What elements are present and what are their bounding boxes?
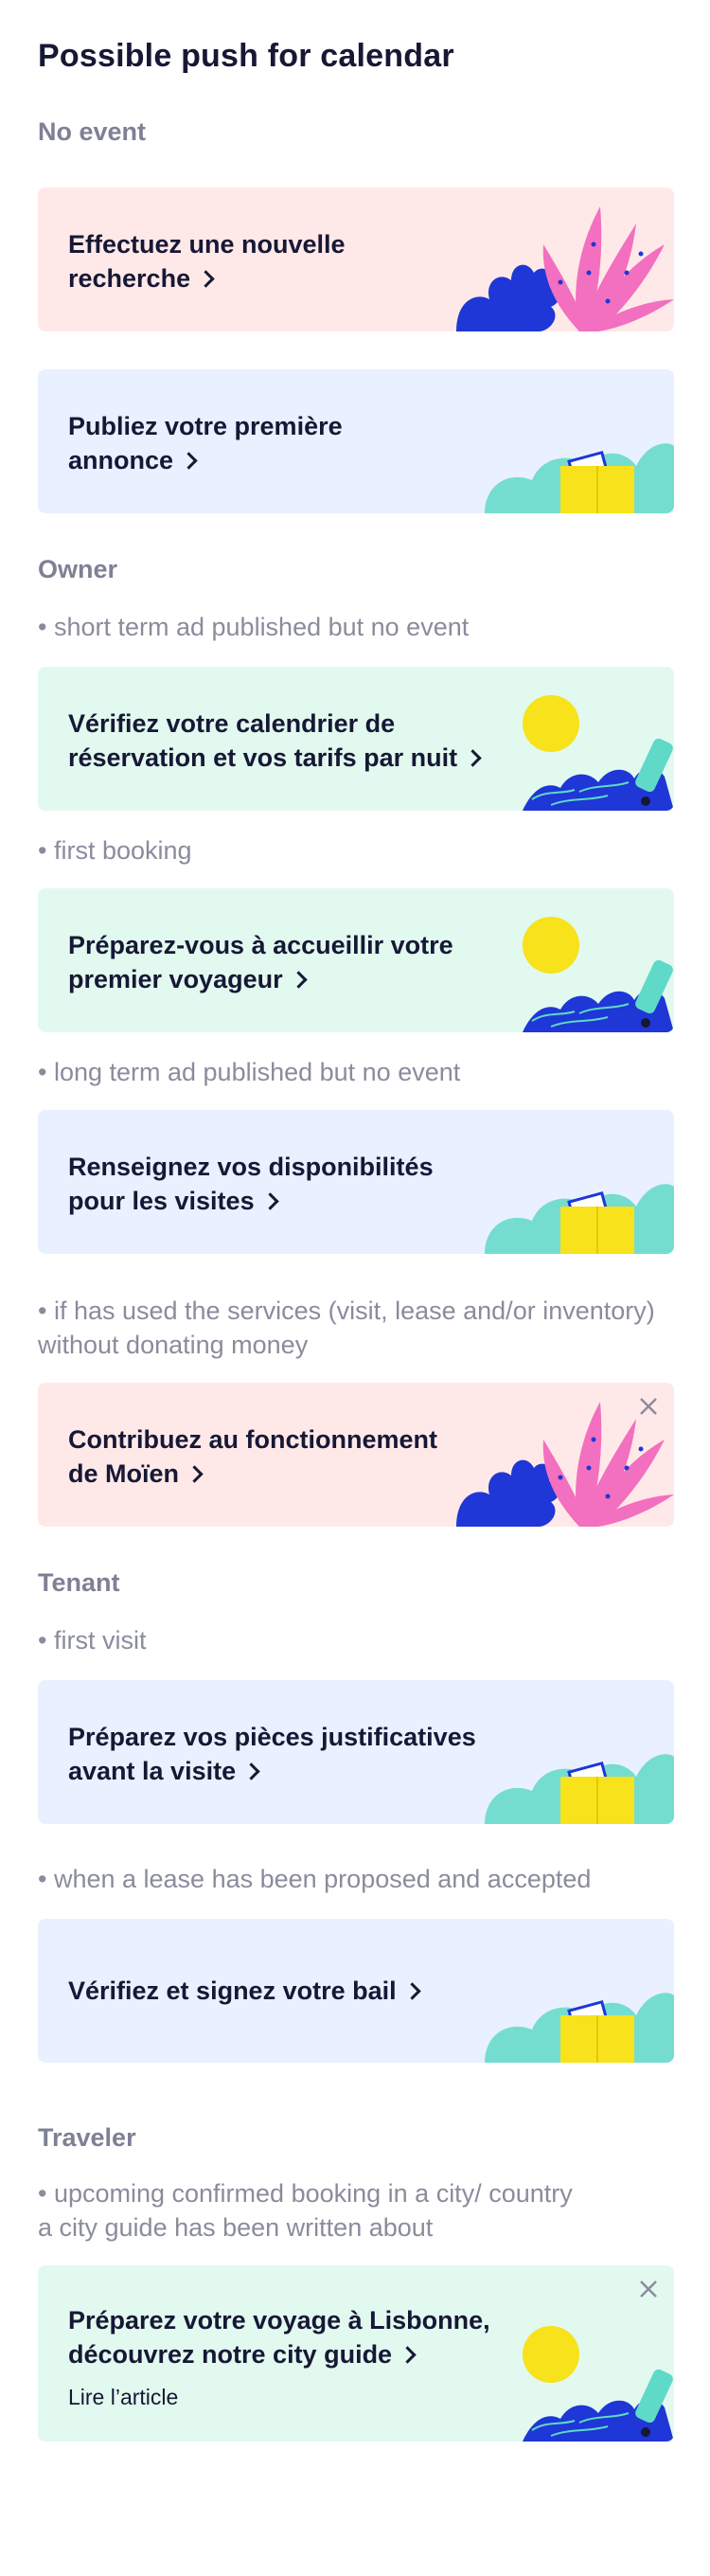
section-traveler: Traveler [38, 2123, 136, 2152]
card-check-calendar-text: Vérifiez votre calendrier de réservation… [68, 707, 482, 775]
section-owner: Owner [38, 555, 118, 583]
chevron-right-icon [464, 749, 482, 767]
sun-wave-illustration [523, 917, 674, 1032]
note-upcoming: • upcoming confirmed booking in a city/ … [38, 2179, 573, 2242]
page: Possible push for calendar No event Effe… [0, 0, 710, 2576]
chevron-right-icon [180, 452, 198, 470]
note-first-booking: • first booking [38, 836, 192, 865]
plant-illustration [456, 206, 674, 331]
chevron-right-icon [197, 270, 215, 288]
close-icon[interactable] [638, 2279, 659, 2299]
chevron-right-icon [289, 971, 308, 989]
note-services: • if has used the services (visit, lease… [38, 1297, 655, 1359]
card-documents[interactable]: Préparez vos pièces justificatives avant… [38, 1680, 674, 1824]
card-first-ad[interactable]: Publiez votre première annonce [38, 369, 674, 513]
note-lease: • when a lease has been proposed and acc… [38, 1865, 592, 1893]
card-check-calendar[interactable]: Vérifiez votre calendrier de réservation… [38, 667, 674, 811]
chevron-right-icon [402, 1982, 421, 2000]
card-city-guide[interactable]: Préparez votre voyage à Lisbonne, découv… [38, 2265, 674, 2442]
card-welcome-traveler[interactable]: Préparez-vous à accueillir votre premier… [38, 888, 674, 1032]
box-illustration [485, 443, 674, 513]
read-article-link[interactable]: Lire l’article [68, 2385, 178, 2410]
box-illustration [485, 1184, 674, 1254]
box-illustration [485, 1754, 674, 1824]
card-documents-text: Préparez vos pièces justificatives avant… [68, 1723, 476, 1785]
close-icon[interactable] [638, 1396, 659, 1417]
box-illustration [485, 1993, 674, 2063]
card-availability-text: Renseignez vos disponibilités pour les v… [68, 1153, 434, 1215]
card-first-ad-text: Publiez votre première annonce [68, 412, 343, 474]
section-no-event: No event [38, 117, 147, 146]
note-short-term: • short term ad published but no event [38, 613, 470, 641]
card-new-search[interactable]: Effectuez une nouvelle recherche [38, 188, 674, 331]
chevron-right-icon [242, 1762, 260, 1780]
chevron-right-icon [260, 1192, 279, 1210]
card-sign-lease-text: Vérifiez et signez votre bail [68, 1974, 421, 2008]
sun-wave-illustration [523, 695, 674, 811]
note-long-term: • long term ad published but no event [38, 1058, 461, 1086]
card-availability[interactable]: Renseignez vos disponibilités pour les v… [38, 1110, 674, 1254]
chevron-right-icon [399, 2346, 417, 2364]
card-city-guide-text: Préparez votre voyage à Lisbonne, découv… [68, 2306, 490, 2369]
card-contribute[interactable]: Contribuez au fonctionnement de Moïen [38, 1383, 674, 1527]
card-welcome-traveler-text: Préparez-vous à accueillir votre premier… [68, 931, 453, 993]
card-contribute-text: Contribuez au fonctionnement de Moïen [68, 1425, 437, 1488]
note-first-visit: • first visit [38, 1626, 147, 1655]
section-tenant: Tenant [38, 1568, 120, 1597]
chevron-right-icon [186, 1465, 204, 1483]
page-title: Possible push for calendar [38, 38, 454, 74]
card-new-search-text: Effectuez une nouvelle recherche [68, 230, 346, 293]
card-sign-lease[interactable]: Vérifiez et signez votre bail [38, 1919, 674, 2063]
sun-wave-illustration [523, 2326, 674, 2442]
